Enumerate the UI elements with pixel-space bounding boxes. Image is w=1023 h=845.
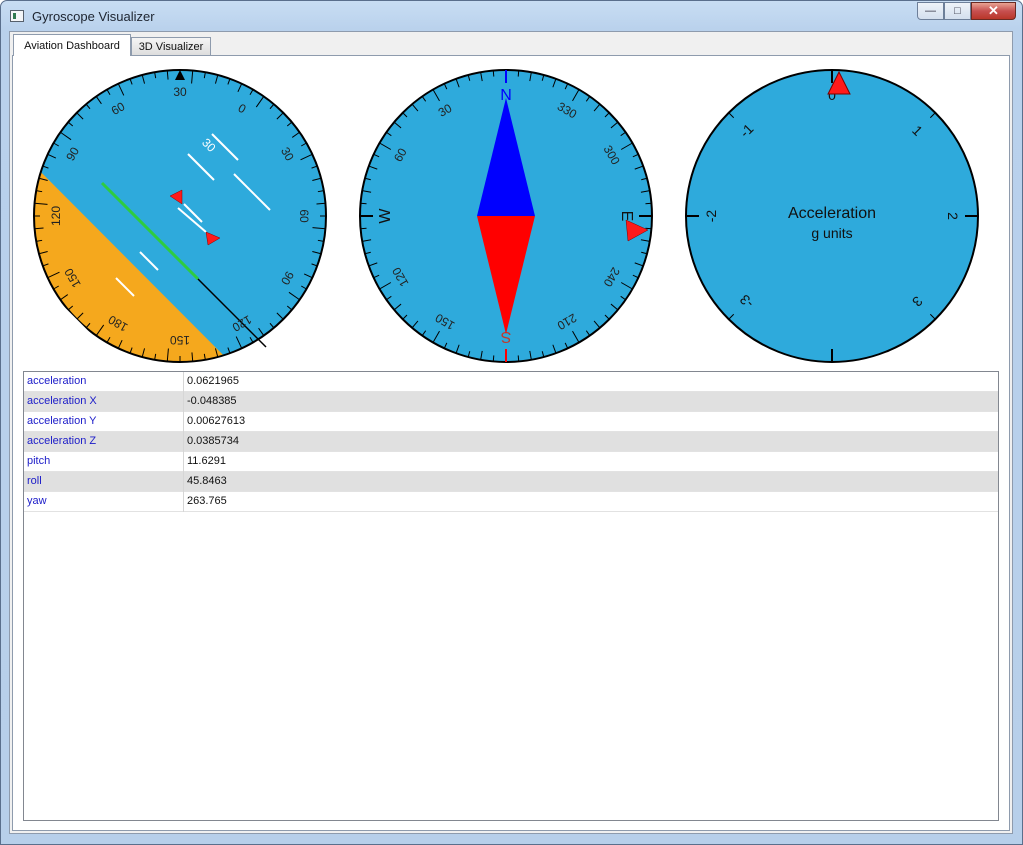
acceleration-scale-label: 2 [945, 212, 961, 220]
window-title: Gyroscope Visualizer [32, 9, 155, 24]
property-row[interactable]: pitch 11.6291 [24, 452, 998, 472]
tab-label: 3D Visualizer [138, 41, 204, 53]
compass-tick [360, 202, 367, 205]
property-name: acceleration X [27, 395, 97, 407]
aviation-dashboard-page: 60 30 0 30 60 90 120 150 180 150 120 90 30 N E S W 30 60… [12, 55, 1010, 831]
property-value[interactable]: 11.6291 [187, 455, 226, 467]
compass-tick [360, 227, 367, 230]
property-value[interactable]: -0.048385 [187, 395, 237, 407]
close-button[interactable]: ✕ [971, 2, 1016, 20]
compass-tick [517, 355, 520, 362]
heading-indicator: NESW3060120150 210240300330 [359, 69, 653, 363]
app-window: Gyroscope Visualizer — □ ✕ Aviation Dash… [0, 0, 1023, 845]
property-value[interactable]: 263.765 [187, 495, 227, 507]
roll-scale-label: 150 [170, 333, 190, 347]
roll-scale-label: 30 [173, 85, 187, 99]
property-row[interactable]: roll 45.8463 [24, 472, 998, 492]
property-name: pitch [27, 455, 51, 467]
tab-aviation-dashboard[interactable]: Aviation Dashboard [13, 34, 131, 56]
tab-label: Aviation Dashboard [24, 39, 120, 52]
compass-tick [645, 202, 652, 205]
tab-3d-visualizer[interactable]: 3D Visualizer [131, 37, 211, 56]
maximize-icon: □ [954, 5, 961, 17]
attitude-indicator: 6030030609012015018015012090 30 [33, 69, 327, 365]
property-value[interactable]: 45.8463 [187, 475, 227, 487]
property-name: yaw [27, 495, 47, 507]
compass-tick [517, 70, 520, 77]
minimize-button[interactable]: — [917, 2, 944, 20]
gauge-units: g units [811, 225, 852, 241]
cardinal-label: W [377, 208, 394, 224]
close-icon: ✕ [988, 3, 999, 18]
column-divider[interactable] [183, 372, 184, 392]
property-name: acceleration Z [27, 435, 97, 447]
title-bar[interactable]: Gyroscope Visualizer — □ ✕ [1, 1, 1022, 31]
column-divider[interactable] [183, 392, 184, 412]
client-area: Aviation Dashboard 3D Visualizer 60 30 0 30… [9, 31, 1013, 834]
property-name: acceleration [27, 375, 87, 387]
cardinal-label: E [618, 211, 635, 222]
acceleration-scale-label: -2 [703, 210, 719, 223]
gauge-title: Acceleration [788, 205, 876, 222]
property-name: acceleration Y [27, 415, 97, 427]
app-icon [10, 10, 24, 22]
minimize-icon: — [925, 5, 936, 17]
compass-tick [645, 227, 652, 230]
column-divider[interactable] [183, 412, 184, 432]
properties-table[interactable]: acceleration 0.0621965 acceleration X -0.04… [23, 371, 999, 821]
property-value[interactable]: 0.00627613 [187, 415, 245, 427]
acceleration-gauge: 0123-3-2-1 Acceleration g units [685, 69, 979, 363]
property-value[interactable]: 0.0385734 [187, 435, 239, 447]
roll-scale-label: 120 [49, 206, 63, 226]
compass-tick [492, 355, 495, 362]
property-value[interactable]: 0.0621965 [187, 375, 239, 387]
column-divider[interactable] [183, 432, 184, 452]
roll-scale-label: 60 [297, 209, 311, 223]
compass-tick [492, 70, 495, 77]
property-row[interactable]: acceleration Y 0.00627613 [24, 412, 998, 432]
property-row[interactable]: acceleration Z 0.0385734 [24, 432, 998, 452]
property-row[interactable]: acceleration X -0.048385 [24, 392, 998, 412]
column-divider[interactable] [183, 452, 184, 472]
property-name: roll [27, 475, 42, 487]
maximize-button[interactable]: □ [944, 2, 971, 20]
column-divider[interactable] [183, 472, 184, 492]
property-row[interactable]: yaw 263.765 [24, 492, 998, 512]
column-divider[interactable] [183, 492, 184, 512]
property-row[interactable]: acceleration 0.0621965 [24, 372, 998, 392]
